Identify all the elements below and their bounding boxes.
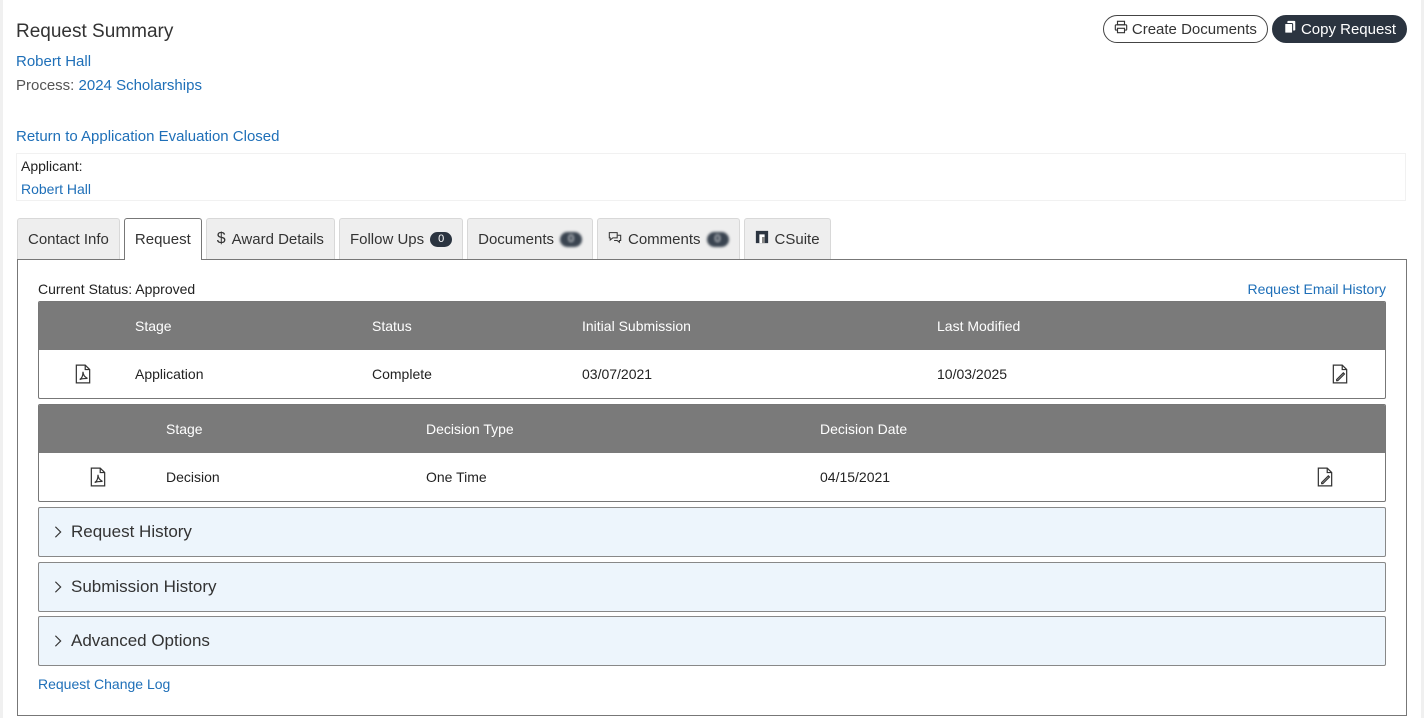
table-row: Application Complete 03/07/2021 10/03/20…	[39, 350, 1385, 398]
accordion-label: Advanced Options	[71, 631, 210, 650]
request-tab-panel: Current Status: Approved Request Email H…	[17, 259, 1407, 716]
process-link[interactable]: 2024 Scholarships	[79, 77, 202, 94]
stage-cell: Application	[135, 366, 204, 382]
documents-count-badge: 0	[560, 231, 582, 247]
create-documents-button[interactable]: Create Documents	[1102, 15, 1268, 43]
pdf-icon[interactable]	[89, 453, 107, 501]
accordion-label: Submission History	[71, 577, 217, 596]
copy-request-label: Copy Request	[1300, 20, 1396, 38]
chevron-right-icon	[54, 635, 62, 647]
request-history-accordion[interactable]: Request History	[38, 507, 1386, 557]
edit-document-icon[interactable]	[1316, 453, 1334, 501]
comments-icon	[608, 230, 622, 248]
decision-date-cell: 04/15/2021	[820, 469, 891, 485]
tab-comments[interactable]: Comments 0	[597, 218, 740, 259]
process-label: Process:	[16, 77, 75, 94]
decision-table: Stage Decision Type Decision Date Decisi…	[38, 404, 1386, 502]
decision-table-header: Stage Decision Type Decision Date	[39, 405, 1385, 453]
printer-icon	[1114, 20, 1128, 38]
left-frame-edge	[0, 0, 3, 718]
applicant-link[interactable]: Robert Hall	[21, 181, 91, 197]
accordion-label: Request History	[71, 522, 192, 541]
comments-count-badge: 0	[706, 231, 729, 247]
stage-table-header: Stage Status Initial Submission Last Mod…	[39, 302, 1385, 350]
column-header: Decision Date	[820, 421, 908, 437]
advanced-options-accordion[interactable]: Advanced Options	[38, 616, 1386, 666]
tab-bar: Contact Info Request $ Award Details Fol…	[17, 218, 831, 260]
create-documents-label: Create Documents	[1131, 20, 1257, 38]
last-modified-cell: 10/03/2025	[937, 366, 1008, 382]
column-header: Stage	[135, 318, 172, 334]
page-title: Request Summary	[16, 21, 174, 42]
request-change-log-link[interactable]: Request Change Log	[38, 676, 170, 692]
return-to-evaluation-link[interactable]: Return to Application Evaluation Closed	[16, 128, 280, 145]
follow-ups-count-badge: 0	[430, 231, 453, 247]
decision-type-cell: One Time	[426, 469, 487, 485]
status-cell: Complete	[372, 366, 432, 382]
stage-cell: Decision	[166, 469, 220, 485]
top-action-buttons: Create Documents Copy Request	[1102, 15, 1407, 43]
tab-label: CSuite	[774, 230, 820, 248]
process-line: Process: 2024 Scholarships	[16, 77, 202, 94]
tab-label: Request	[134, 231, 191, 248]
tab-label: Award Details	[231, 230, 324, 248]
tab-label: Documents	[478, 230, 554, 248]
tab-follow-ups[interactable]: Follow Ups 0	[338, 218, 464, 259]
current-status: Current Status: Approved	[38, 281, 196, 297]
tab-award-details[interactable]: $ Award Details	[205, 218, 335, 259]
column-header: Last Modified	[937, 318, 1021, 334]
submission-history-accordion[interactable]: Submission History	[38, 562, 1386, 612]
tab-label: Contact Info	[28, 230, 109, 248]
tab-contact-info[interactable]: Contact Info	[17, 218, 120, 259]
initial-submission-cell: 03/07/2021	[582, 366, 653, 382]
applicant-label: Applicant:	[21, 158, 83, 174]
chevron-right-icon	[54, 526, 62, 538]
applicant-box: Applicant: Robert Hall	[16, 153, 1406, 201]
pdf-icon[interactable]	[74, 350, 92, 398]
chevron-right-icon	[54, 581, 62, 593]
copy-request-button[interactable]: Copy Request	[1271, 15, 1407, 43]
tab-label: Comments	[628, 230, 701, 248]
dollar-icon: $	[216, 230, 226, 247]
applicant-name-link[interactable]: Robert Hall	[16, 53, 91, 70]
stage-table: Stage Status Initial Submission Last Mod…	[38, 301, 1386, 399]
request-email-history-link[interactable]: Request Email History	[1248, 281, 1387, 297]
table-row: Decision One Time 04/15/2021	[39, 453, 1385, 501]
tab-documents[interactable]: Documents 0	[467, 218, 593, 259]
edit-document-icon[interactable]	[1331, 350, 1349, 398]
copy-icon	[1283, 20, 1297, 38]
column-header: Initial Submission	[582, 318, 691, 334]
tab-label: Follow Ups	[349, 230, 425, 248]
column-header: Status	[372, 318, 412, 334]
tab-csuite[interactable]: CSuite	[743, 218, 831, 259]
column-header: Stage	[166, 421, 203, 437]
tab-request[interactable]: Request	[123, 218, 202, 260]
column-header: Decision Type	[426, 421, 514, 437]
csuite-icon	[755, 230, 769, 248]
